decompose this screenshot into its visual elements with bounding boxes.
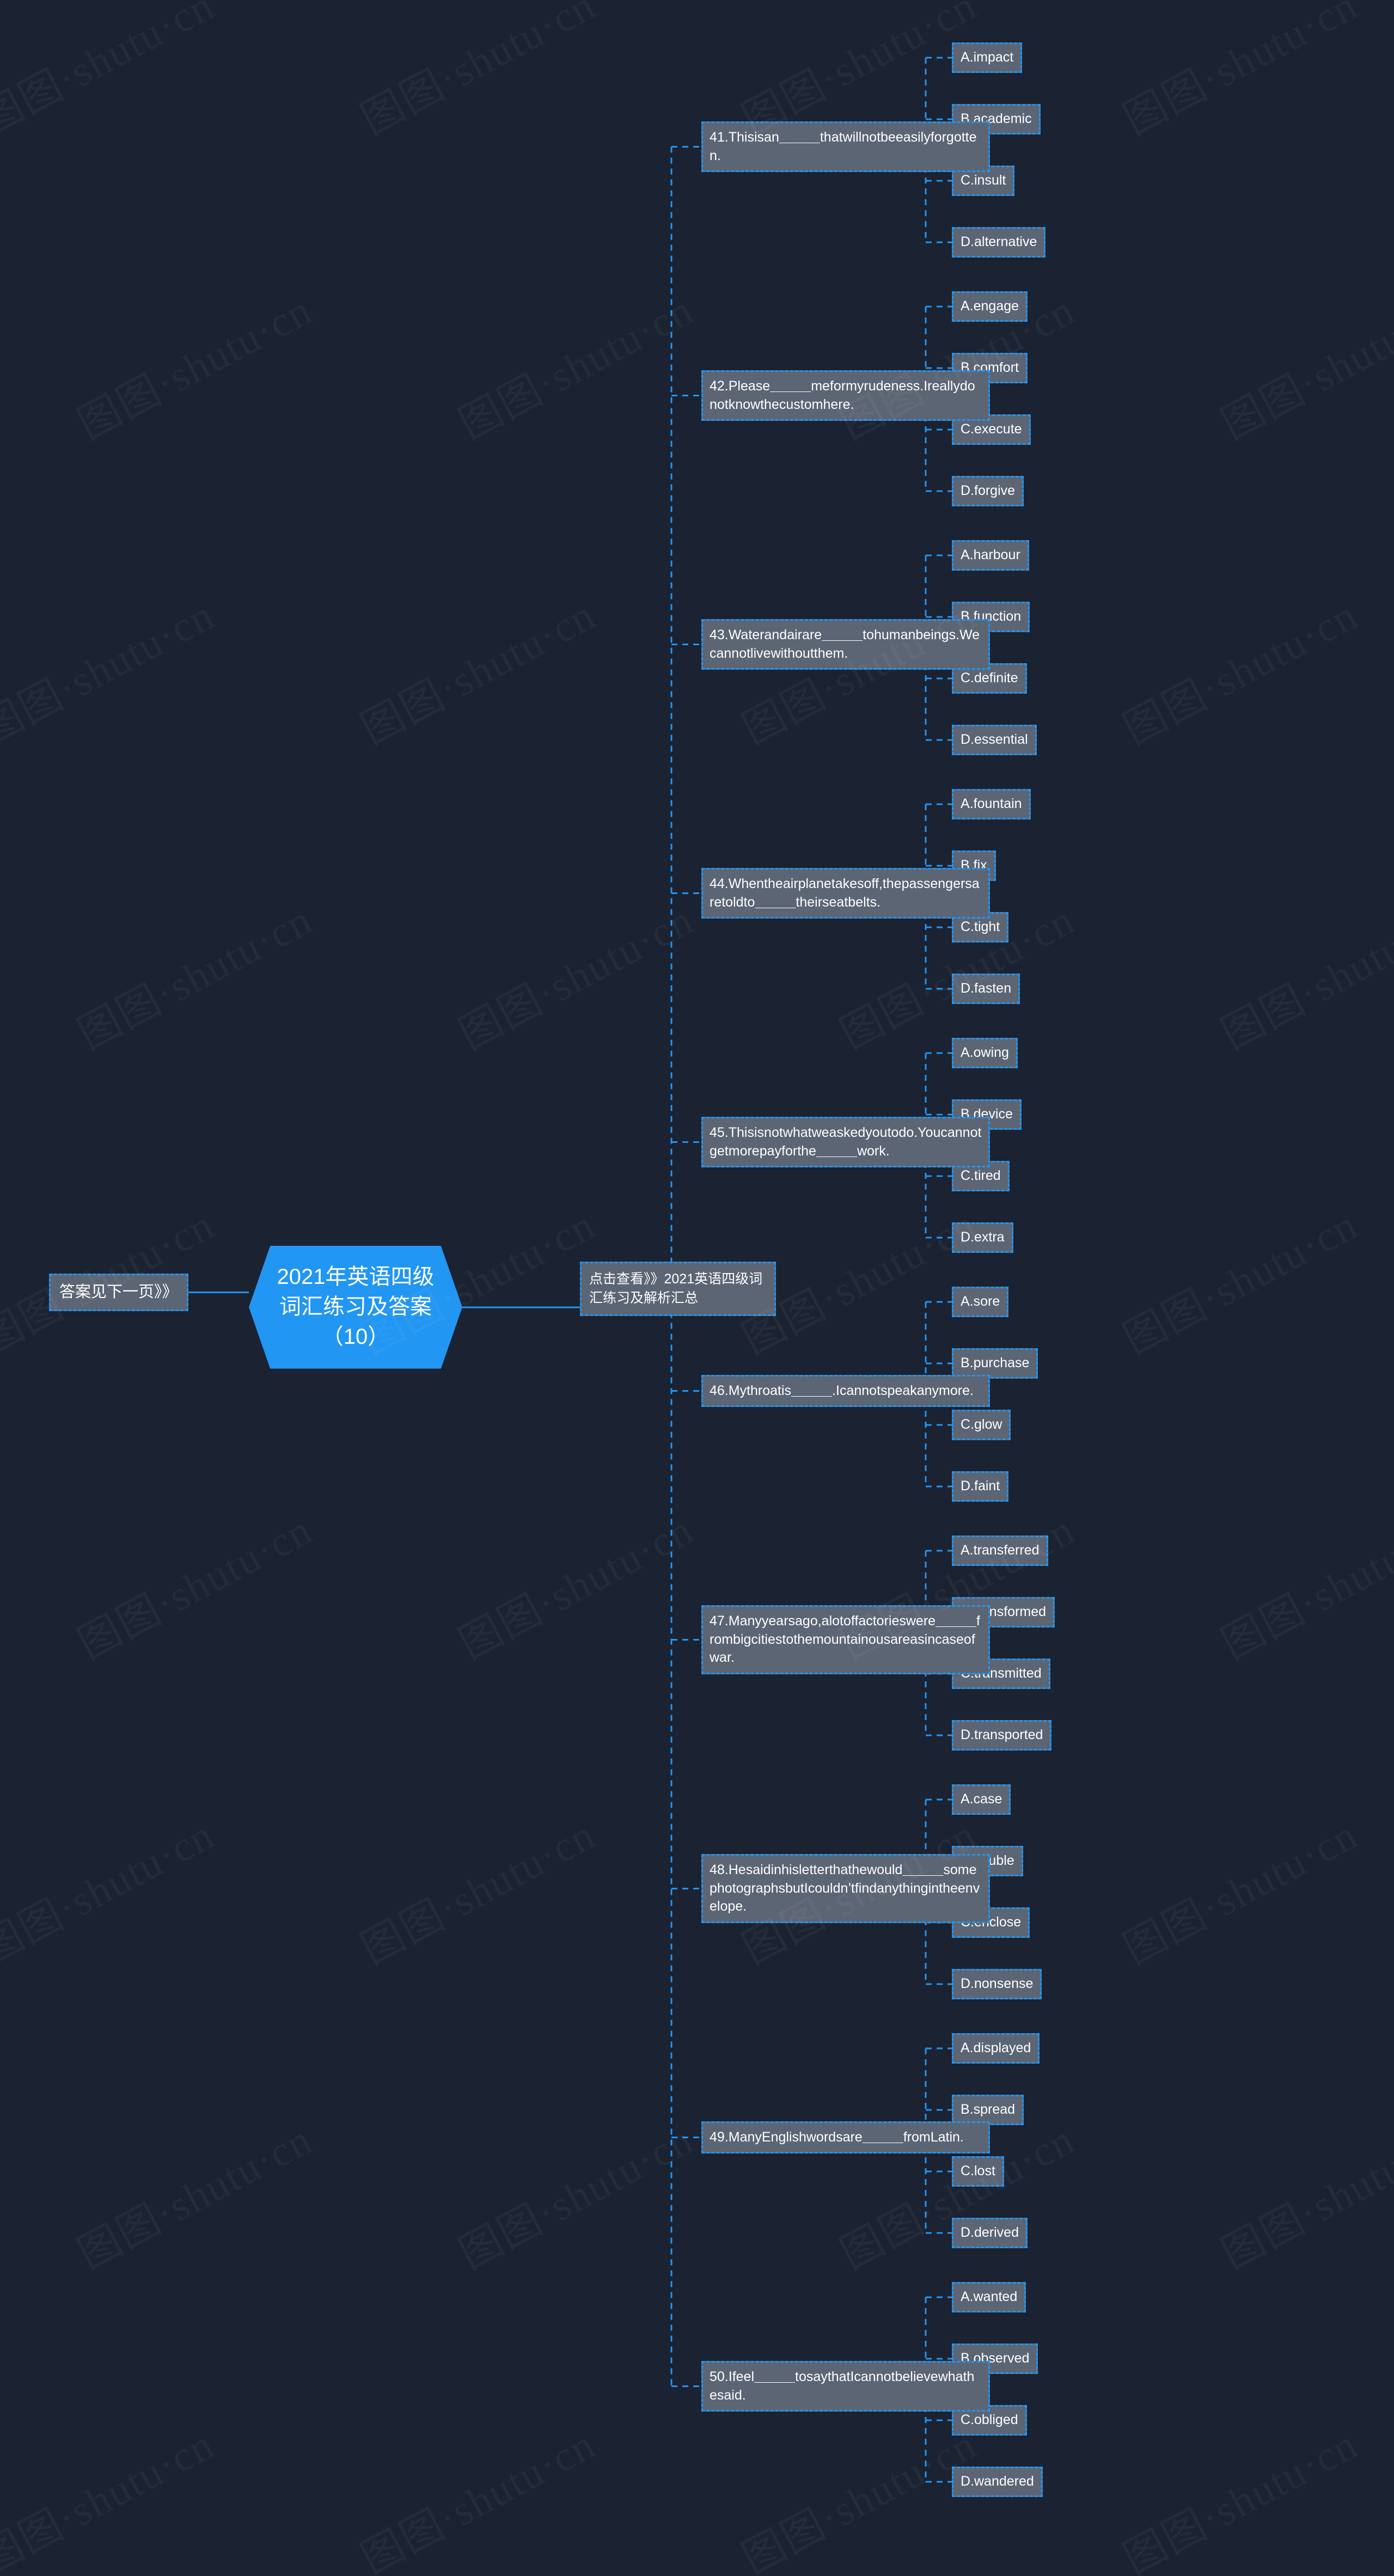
option-node[interactable]: A.harbour [952, 540, 1029, 571]
question-node[interactable]: 44.Whentheairplanetakesoff,thepassengers… [701, 868, 990, 919]
question-node[interactable]: 43.Waterandairare＿＿＿tohumanbeings.Wecann… [701, 619, 990, 670]
option-label: C.tight [961, 919, 1000, 934]
question-label: 44.Whentheairplanetakesoff,thepassengers… [710, 876, 980, 910]
option-node[interactable]: B.spread [952, 2095, 1024, 2125]
mindmap-canvas: 图图·shutu·cn图图·shutu·cn图图·shutu·cn图图·shut… [0, 0, 1394, 2576]
option-label: C.obliged [961, 2412, 1018, 2427]
option-node[interactable]: A.transferred [952, 1535, 1048, 1566]
option-label: C.insult [961, 173, 1006, 188]
question-node[interactable]: 48.Hesaidinhisletterthathewould＿＿＿someph… [701, 1854, 990, 1923]
option-label: D.alternative [961, 234, 1037, 249]
root-node[interactable]: 2021年英语四级词汇练习及答案（10） [249, 1246, 462, 1369]
question-node[interactable]: 49.ManyEnglishwordsare＿＿＿fromLatin. [701, 2121, 990, 2153]
option-label: A.case [961, 1791, 1002, 1807]
option-label: D.derived [961, 2225, 1019, 2240]
option-label: D.fasten [961, 981, 1012, 996]
option-node[interactable]: A.wanted [952, 2282, 1026, 2312]
question-label: 42.Please＿＿＿meformyrudeness.Ireallydonot… [710, 378, 975, 412]
option-node[interactable]: A.impact [952, 42, 1023, 73]
option-label: A.harbour [961, 547, 1020, 562]
option-label: A.fountain [961, 796, 1022, 811]
option-label: C.definite [961, 670, 1018, 686]
option-label: D.forgive [961, 483, 1016, 498]
option-label: A.displayed [961, 2040, 1031, 2055]
node-label: 点击查看》》2021英语四级词汇练习及解析汇总 [589, 1271, 763, 1306]
option-node[interactable]: D.faint [952, 1471, 1009, 1502]
option-node[interactable]: C.lost [952, 2156, 1004, 2187]
question-label: 47.Manyyearsago,alotoffactorieswere＿＿＿fr… [710, 1613, 980, 1665]
option-node[interactable]: D.wandered [952, 2467, 1043, 2497]
option-node[interactable]: B.purchase [952, 1348, 1038, 1379]
node-label: 答案见下一页》》 [59, 1283, 178, 1301]
option-label: D.extra [961, 1229, 1005, 1245]
option-node[interactable]: D.transported [952, 1720, 1052, 1751]
option-node[interactable]: D.alternative [952, 227, 1046, 258]
option-node[interactable]: A.case [952, 1784, 1011, 1815]
question-label: 45.Thisisnotwhatweaskedyoutodo.Youcannot… [710, 1125, 982, 1159]
option-label: B.purchase [961, 1355, 1030, 1370]
option-node[interactable]: A.fountain [952, 789, 1031, 819]
question-node[interactable]: 50.Ifeel＿＿＿tosaythatIcannotbelievewhathe… [701, 2361, 990, 2412]
option-label: A.impact [961, 50, 1014, 65]
option-label: D.essential [961, 732, 1028, 747]
option-label: D.transported [961, 1727, 1043, 1742]
question-node[interactable]: 46.Mythroatis＿＿＿.Icannotspeakanymore. [701, 1374, 990, 1407]
root-label: 2021年英语四级词汇练习及答案（10） [277, 1265, 435, 1349]
option-node[interactable]: D.forgive [952, 476, 1024, 506]
option-label: A.sore [961, 1294, 1000, 1309]
option-node[interactable]: D.derived [952, 2218, 1028, 2248]
question-node[interactable]: 47.Manyyearsago,alotoffactorieswere＿＿＿fr… [701, 1605, 990, 1674]
option-label: C.glow [961, 1417, 1002, 1432]
option-label: C.lost [961, 2163, 995, 2179]
question-node[interactable]: 41.Thisisan＿＿＿thatwillnotbeeasilyforgott… [701, 121, 990, 172]
question-label: 50.Ifeel＿＿＿tosaythatIcannotbelievewhathe… [710, 2369, 975, 2403]
node-answers-next-page[interactable]: 答案见下一页》》 [49, 1274, 188, 1311]
option-label: A.wanted [961, 2289, 1018, 2304]
question-label: 46.Mythroatis＿＿＿.Icannotspeakanymore. [710, 1382, 974, 1398]
option-label: B.spread [961, 2102, 1016, 2117]
option-node[interactable]: D.essential [952, 725, 1037, 755]
question-node[interactable]: 42.Please＿＿＿meformyrudeness.Ireallydonot… [701, 370, 990, 421]
option-label: A.transferred [961, 1543, 1040, 1558]
option-node[interactable]: A.displayed [952, 2033, 1040, 2064]
option-label: C.execute [961, 421, 1022, 437]
option-label: D.nonsense [961, 1976, 1034, 1991]
question-label: 41.Thisisan＿＿＿thatwillnotbeeasilyforgott… [710, 130, 977, 163]
option-node[interactable]: C.glow [952, 1410, 1011, 1440]
option-label: C.tired [961, 1168, 1001, 1183]
question-label: 43.Waterandairare＿＿＿tohumanbeings.Wecann… [710, 627, 980, 661]
option-label: A.owing [961, 1045, 1009, 1060]
option-node[interactable]: A.owing [952, 1038, 1018, 1068]
option-node[interactable]: A.sore [952, 1287, 1009, 1317]
option-node[interactable]: D.fasten [952, 974, 1020, 1004]
option-label: D.wandered [961, 2474, 1034, 2489]
option-label: A.engage [961, 298, 1019, 314]
node-summary-link[interactable]: 点击查看》》2021英语四级词汇练习及解析汇总 [580, 1262, 776, 1316]
option-node[interactable]: D.extra [952, 1222, 1013, 1253]
option-node[interactable]: D.nonsense [952, 1969, 1042, 1999]
question-label: 49.ManyEnglishwordsare＿＿＿fromLatin. [710, 2129, 964, 2145]
option-label: D.faint [961, 1478, 1000, 1494]
question-label: 48.Hesaidinhisletterthathewould＿＿＿someph… [710, 1862, 980, 1914]
question-node[interactable]: 45.Thisisnotwhatweaskedyoutodo.Youcannot… [701, 1117, 990, 1167]
option-node[interactable]: A.engage [952, 291, 1028, 322]
